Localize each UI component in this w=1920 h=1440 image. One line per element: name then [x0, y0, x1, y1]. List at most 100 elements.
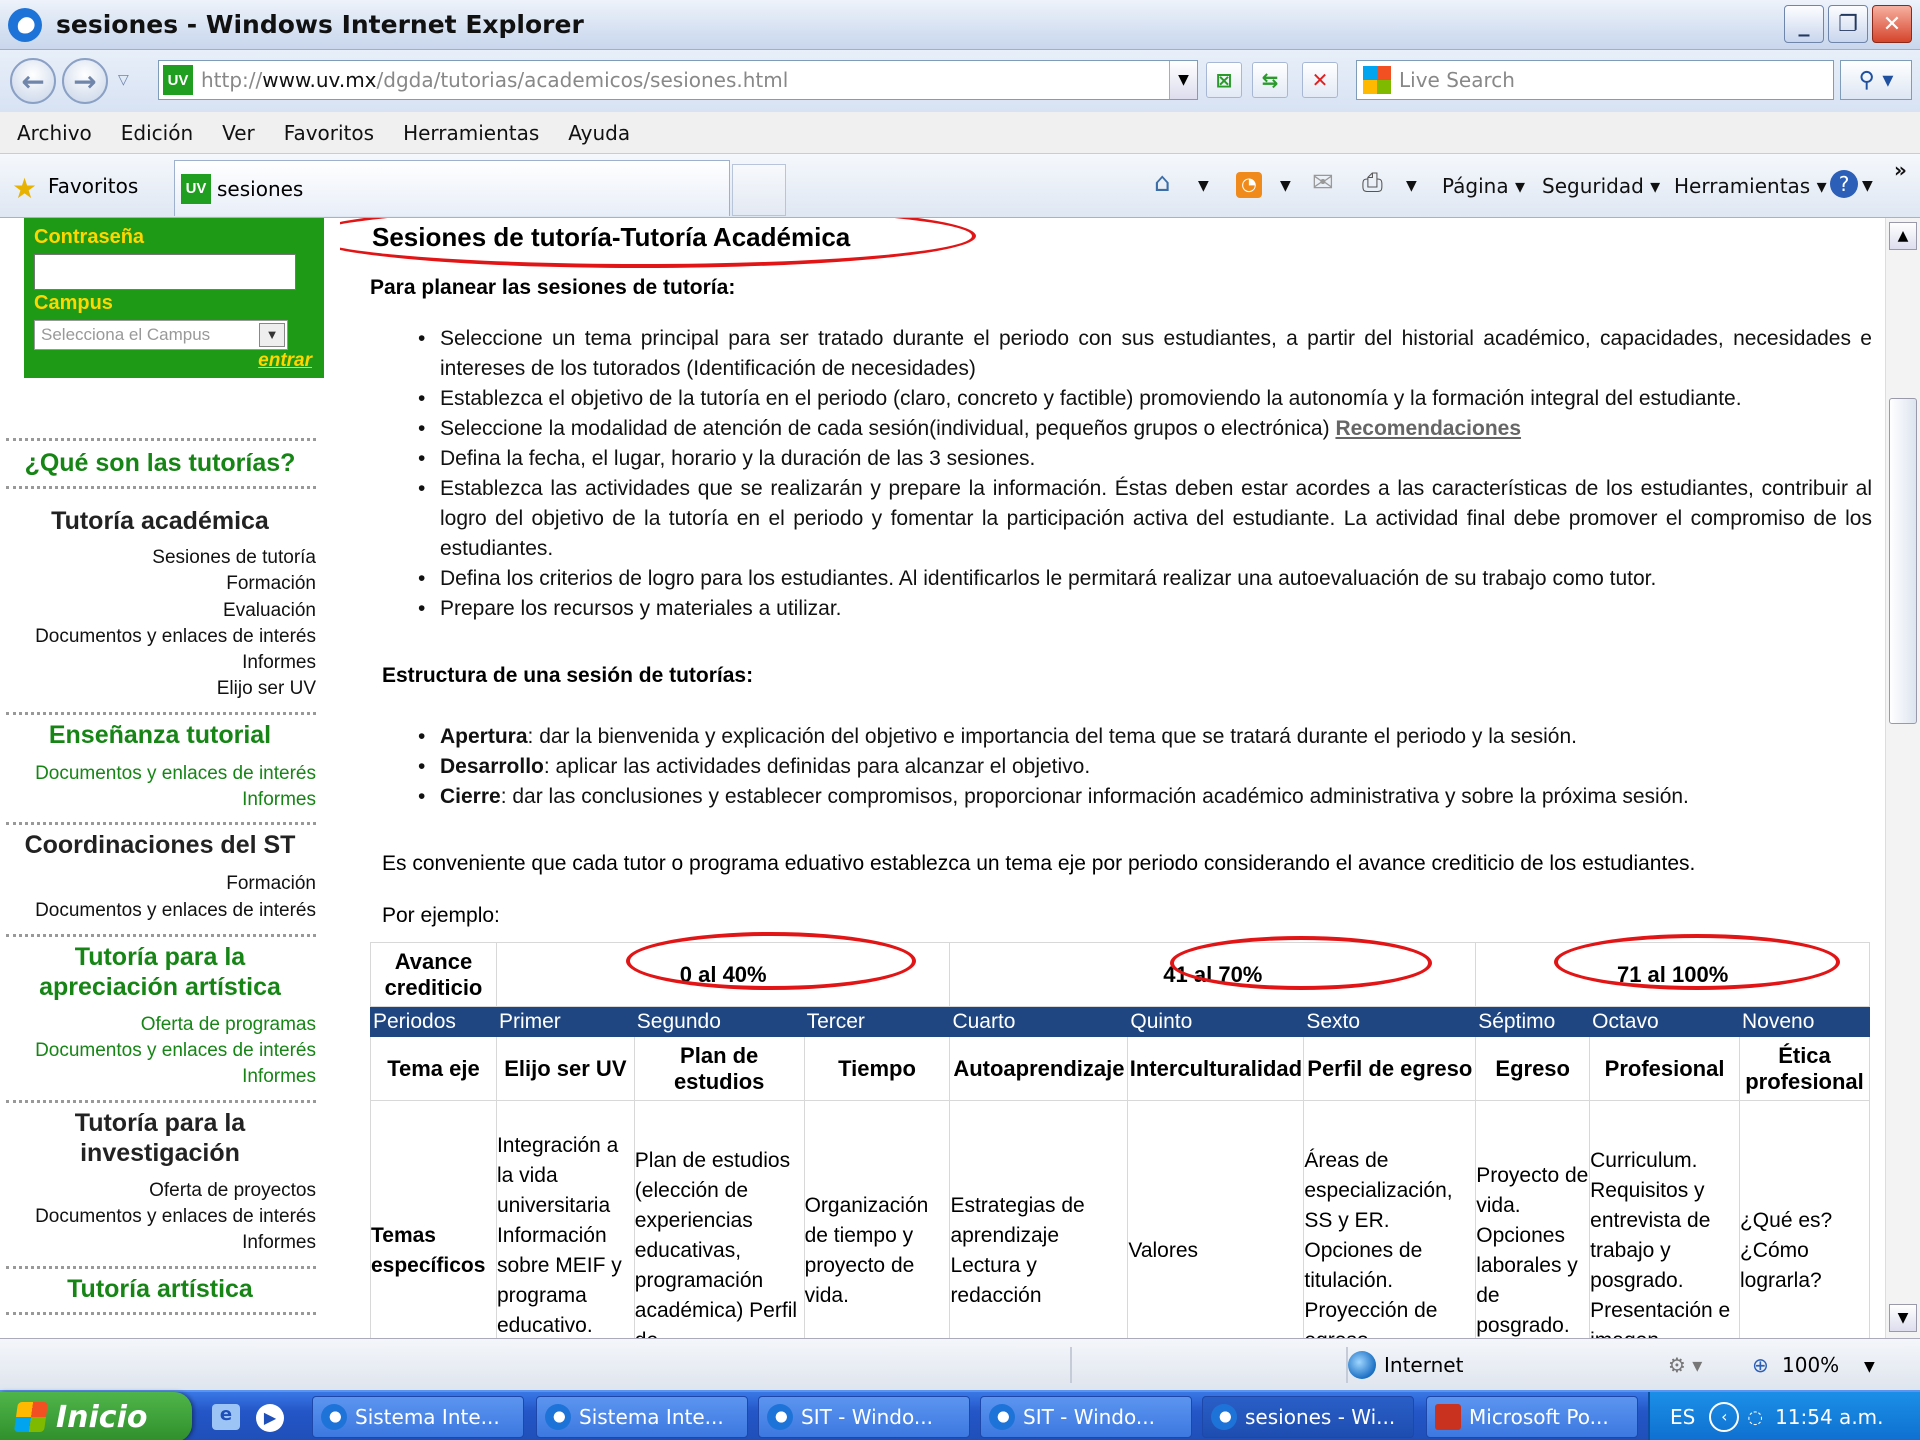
ie-quicklaunch-icon[interactable]: e [212, 1404, 240, 1430]
annotation-ellipse [1170, 936, 1432, 990]
scroll-up-icon[interactable]: ▲ [1889, 222, 1917, 250]
scroll-down-icon[interactable]: ▼ [1889, 1304, 1917, 1332]
menu-bar: Archivo Edición Ver Favoritos Herramient… [0, 112, 1920, 154]
print-dropdown-icon[interactable]: ▼ [1406, 178, 1417, 194]
table-cell: Cuarto [949, 1006, 1129, 1037]
nav-apreciacion-artistica-line2[interactable]: apreciación artística [0, 972, 320, 1002]
taskbar-item-active[interactable]: sesiones - Wi... [1202, 1396, 1414, 1438]
list-item: Seleccione un tema principal para ser tr… [416, 324, 1872, 384]
nav-link-evaluacion[interactable]: Evaluación [223, 600, 316, 622]
print-icon[interactable]: ⎙ [1362, 168, 1383, 199]
nav-link-elijo-ser-uv[interactable]: Elijo ser UV [217, 678, 316, 700]
history-dropdown-icon[interactable]: ▽ [118, 72, 129, 88]
search-input[interactable]: Live Search [1356, 60, 1834, 100]
nav-coordinaciones[interactable]: Coordinaciones del ST [0, 830, 320, 860]
scroll-thumb[interactable] [1889, 398, 1917, 724]
compatibility-icon[interactable]: ⊠ [1206, 62, 1242, 98]
table-cell: Profesional [1589, 1036, 1740, 1101]
taskbar-item[interactable]: Sistema Inte... [312, 1396, 524, 1438]
menu-favoritos[interactable]: Favoritos [284, 121, 374, 145]
nav-link-informes[interactable]: Informes [242, 1232, 316, 1254]
nav-link-oferta-programas[interactable]: Oferta de programas [141, 1014, 316, 1036]
search-button[interactable]: ⚲ ▾ [1840, 60, 1912, 100]
taskbar-item[interactable]: Sistema Inte... [536, 1396, 748, 1438]
vertical-scrollbar[interactable]: ▲ ▼ [1885, 218, 1920, 1338]
zoom-level[interactable]: 100% [1782, 1353, 1839, 1377]
forward-button[interactable]: → [62, 58, 108, 104]
nav-link-documentos[interactable]: Documentos y enlaces de interés [35, 900, 316, 922]
menu-edicion[interactable]: Edición [121, 121, 193, 145]
nav-investigacion-line2[interactable]: investigación [0, 1138, 320, 1168]
nav-link-informes[interactable]: Informes [242, 789, 316, 811]
tray-network-icon[interactable]: ◌ [1747, 1407, 1763, 1428]
avance-label: Avance crediticio [370, 942, 497, 1007]
nav-link-documentos[interactable]: Documentos y enlaces de interés [35, 1040, 316, 1062]
language-indicator[interactable]: ES [1670, 1405, 1695, 1429]
mail-icon[interactable]: ✉ [1312, 168, 1334, 198]
seguridad-menu[interactable]: Seguridad ▾ [1542, 174, 1660, 198]
nav-link-informes[interactable]: Informes [242, 1066, 316, 1088]
nav-link-sesiones[interactable]: Sesiones de tutoría [152, 547, 316, 569]
nav-investigacion-line1[interactable]: Tutoría para la [0, 1108, 320, 1138]
nav-link-informes[interactable]: Informes [242, 652, 316, 674]
zoom-dropdown-icon[interactable]: ▼ [1864, 1359, 1875, 1375]
menu-ver[interactable]: Ver [222, 121, 255, 145]
menu-ayuda[interactable]: Ayuda [568, 121, 630, 145]
home-icon[interactable]: ⌂ [1154, 168, 1171, 198]
windows-logo-icon [13, 1402, 49, 1432]
campus-select[interactable]: Selecciona el Campus ▼ [34, 320, 288, 350]
nav-tutoria-academica[interactable]: Tutoría académica [0, 506, 320, 536]
minimize-button[interactable]: _ [1784, 5, 1824, 43]
back-button[interactable]: ← [10, 58, 56, 104]
table-cell: Sexto [1303, 1006, 1477, 1037]
favorites-star-icon[interactable]: ★ [12, 172, 37, 205]
taskbar-item[interactable]: Microsoft Po... [1426, 1396, 1638, 1438]
nav-link-documentos[interactable]: Documentos y enlaces de interés [35, 1206, 316, 1228]
media-player-icon[interactable]: ▶ [256, 1404, 284, 1432]
address-bar[interactable]: UV http://www.uv.mx/dgda/tutorias/academ… [158, 60, 1198, 100]
nav-que-son-tutorias[interactable]: ¿Qué son las tutorías? [0, 448, 320, 478]
rss-feed-icon[interactable]: ◔ [1236, 172, 1262, 198]
title-bar: e sesiones - Windows Internet Explorer _… [0, 0, 1920, 50]
stop-icon[interactable]: ✕ [1302, 62, 1338, 98]
divider [6, 712, 316, 715]
nav-apreciacion-artistica-line1[interactable]: Tutoría para la [0, 942, 320, 972]
list-item: Establezca el objetivo de la tutoría en … [416, 384, 1872, 414]
pagina-menu[interactable]: Página ▾ [1442, 174, 1525, 198]
help-dropdown-icon[interactable]: ▼ [1862, 178, 1873, 194]
protected-mode-icon[interactable]: ⚙ ▾ [1668, 1353, 1702, 1377]
nav-link-formacion[interactable]: Formación [226, 873, 316, 895]
tab-label: sesiones [217, 176, 304, 201]
menu-archivo[interactable]: Archivo [17, 121, 92, 145]
nav-ensenanza-tutorial[interactable]: Enseñanza tutorial [0, 720, 320, 750]
start-button[interactable]: Inicio [0, 1392, 192, 1440]
herramientas-menu[interactable]: Herramientas ▾ [1674, 174, 1827, 198]
home-dropdown-icon[interactable]: ▼ [1198, 178, 1209, 194]
zoom-icon[interactable]: ⊕ [1752, 1353, 1769, 1377]
tab-sesiones[interactable]: UV sesiones [174, 160, 730, 216]
nav-link-documentos[interactable]: Documentos y enlaces de interés [35, 763, 316, 785]
ie-icon [321, 1404, 347, 1430]
refresh-icon[interactable]: ⇆ [1252, 62, 1288, 98]
divider [6, 1266, 316, 1269]
close-button[interactable]: ✕ [1872, 5, 1912, 43]
taskbar-item[interactable]: SIT - Windo... [758, 1396, 970, 1438]
nav-link-documentos[interactable]: Documentos y enlaces de interés [35, 626, 316, 648]
feeds-dropdown-icon[interactable]: ▼ [1280, 178, 1291, 194]
tray-expand-icon[interactable]: ‹ [1709, 1402, 1740, 1432]
nav-tutoria-artistica[interactable]: Tutoría artística [0, 1274, 320, 1304]
nav-link-formacion[interactable]: Formación [226, 573, 316, 595]
favorites-button[interactable]: Favoritos [48, 174, 138, 198]
taskbar-item[interactable]: SIT - Windo... [980, 1396, 1192, 1438]
new-tab-button[interactable] [732, 164, 786, 216]
password-field[interactable] [34, 254, 296, 290]
chevron-more-icon[interactable]: » [1894, 158, 1907, 182]
maximize-button[interactable]: ❐ [1828, 5, 1868, 43]
url-text[interactable]: http://www.uv.mx/dgda/tutorias/academico… [201, 68, 788, 92]
address-dropdown-icon[interactable]: ▼ [1169, 61, 1197, 99]
menu-herramientas[interactable]: Herramientas [403, 121, 539, 145]
help-icon[interactable]: ? [1830, 170, 1858, 198]
recomendaciones-link[interactable]: Recomendaciones [1335, 417, 1521, 440]
nav-link-oferta-proyectos[interactable]: Oferta de proyectos [149, 1180, 316, 1202]
entrar-link[interactable]: entrar [258, 350, 312, 372]
